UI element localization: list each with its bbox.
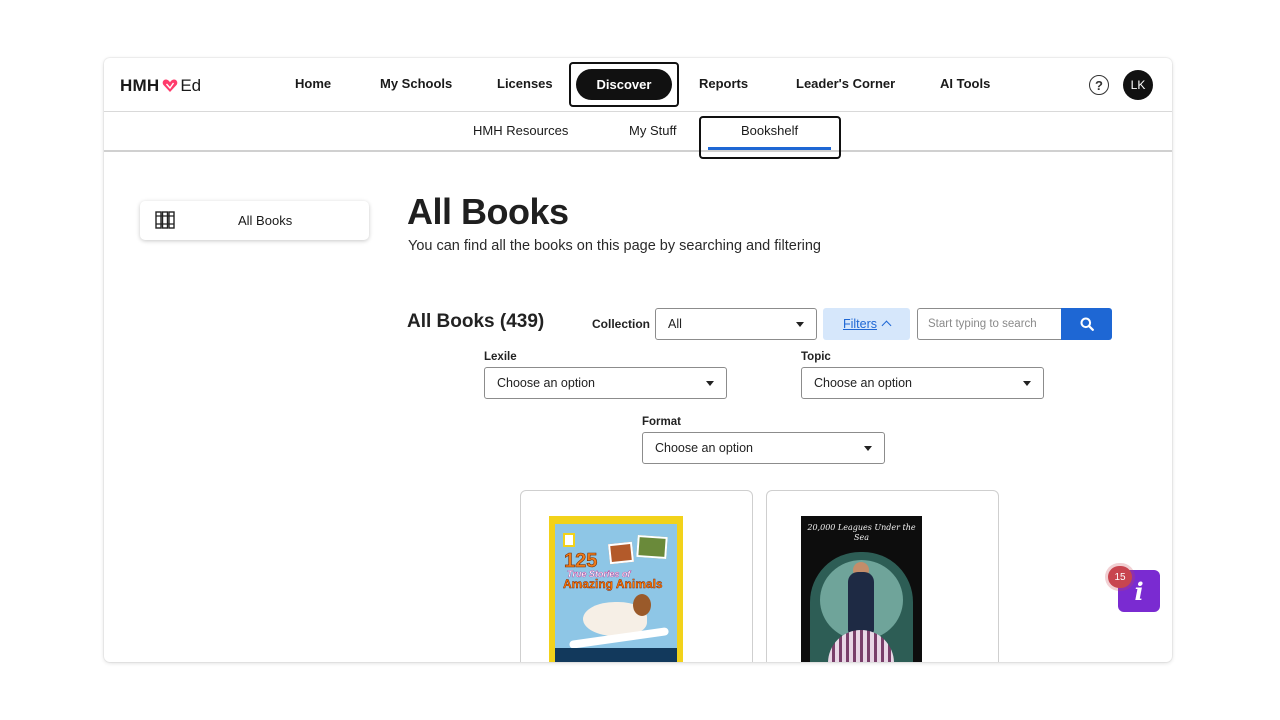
book-card[interactable] [520, 490, 753, 662]
nav-reports[interactable]: Reports [699, 76, 748, 91]
hmh-ed-logo[interactable]: HMH Ed [120, 75, 201, 97]
collection-label: Collection [592, 317, 651, 331]
avatar[interactable]: LK [1123, 70, 1153, 100]
logo-ed-text: Ed [180, 76, 202, 95]
caret-down-icon [864, 446, 872, 451]
subnav-my-stuff[interactable]: My Stuff [629, 123, 676, 138]
nav-my-schools[interactable]: My Schools [380, 76, 452, 91]
topic-select[interactable]: Choose an option [801, 367, 1044, 399]
format-select[interactable]: Choose an option [642, 432, 885, 464]
top-nav: HMH Ed Home My Schools Licenses Discover… [104, 58, 1172, 112]
page-title: All Books [407, 191, 569, 232]
heart-logo-icon [163, 79, 178, 92]
books-count-title: All Books (439) [407, 311, 545, 332]
app-window: HMH Ed Home My Schools Licenses Discover… [104, 58, 1172, 662]
topic-label: Topic [801, 351, 831, 363]
search-icon [1080, 317, 1094, 331]
sidebar-item-label: All Books [238, 213, 293, 228]
notification-badge: 15 [1108, 566, 1132, 588]
nav-leaders-corner[interactable]: Leader's Corner [796, 76, 895, 91]
caret-down-icon [796, 322, 804, 327]
format-select-value: Choose an option [655, 441, 753, 455]
topic-select-value: Choose an option [814, 376, 912, 390]
sub-nav: HMH Resources My Stuff Bookshelf [104, 112, 1172, 159]
subnav-bookshelf[interactable]: Bookshelf [741, 123, 798, 138]
nav-home[interactable]: Home [295, 76, 331, 91]
lexile-select-value: Choose an option [497, 376, 595, 390]
search-button[interactable] [1061, 308, 1112, 340]
collection-select[interactable]: All [655, 308, 817, 340]
caret-down-icon [1023, 381, 1031, 386]
chevron-up-icon [881, 320, 892, 331]
format-label: Format [642, 416, 681, 428]
sidebar-item-all-books[interactable]: All Books [140, 201, 369, 240]
books-icon [155, 211, 175, 229]
book-card[interactable] [766, 490, 999, 662]
collection-select-value: All [668, 317, 682, 331]
nav-licenses[interactable]: Licenses [497, 76, 553, 91]
logo-hmh-text: HMH [120, 76, 160, 95]
filters-toggle-button[interactable]: Filters [823, 308, 910, 340]
page-subtitle: You can find all the books on this page … [408, 238, 821, 254]
search-input[interactable] [917, 308, 1062, 340]
question-circle-icon[interactable]: ? [1089, 75, 1109, 95]
active-tab-underline [708, 147, 831, 150]
caret-down-icon [706, 381, 714, 386]
nav-ai-tools[interactable]: AI Tools [940, 76, 990, 91]
lexile-select[interactable]: Choose an option [484, 367, 727, 399]
filters-label: Filters [842, 317, 878, 331]
nav-discover[interactable]: Discover [576, 69, 672, 100]
subnav-hmh-resources[interactable]: HMH Resources [473, 123, 568, 138]
lexile-label: Lexile [484, 351, 517, 363]
